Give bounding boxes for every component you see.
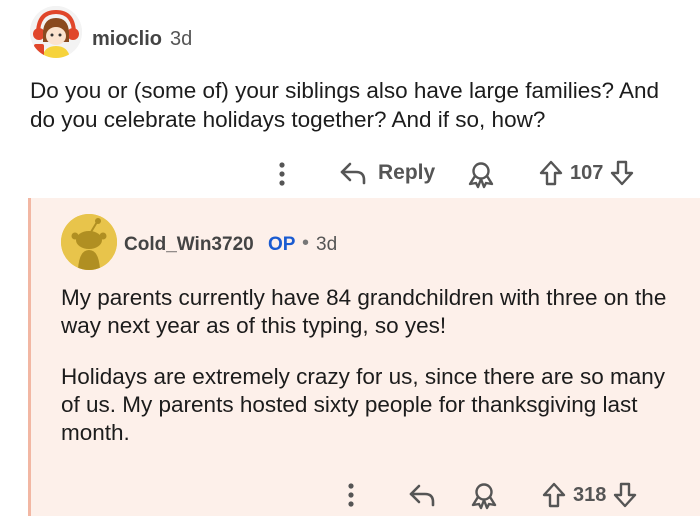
more-options-button[interactable] [272,160,292,188]
reply-label: Reply [378,161,436,184]
username[interactable]: mioclio [92,28,162,51]
timestamp: 3d [170,28,193,50]
more-vertical-icon [348,483,354,507]
vote-count: 107 [570,161,604,184]
avatar-image [30,6,82,58]
avatar[interactable] [30,6,82,58]
more-options-button[interactable] [341,481,361,509]
reply-button[interactable]: Reply [338,159,435,187]
downvote-icon[interactable] [612,481,638,509]
separator-dot: • [302,232,310,254]
comment: mioclio 3d Do you or (some of) your sibl… [0,0,700,198]
comment-thread: mioclio 3d Do you or (some of) your sibl… [0,0,700,516]
timestamp: 3d [316,234,338,255]
award-button[interactable] [466,159,496,189]
reply-arrow-icon [340,162,366,185]
op-badge: OP [268,234,296,255]
upvote-icon[interactable] [538,159,564,187]
comment-body: Do you or (some of) your siblings also h… [30,78,660,132]
vote-count: 318 [573,483,607,506]
reply-comment: Cold_Win3720 OP • 3d My parents currentl… [28,198,700,516]
vote-controls: 318 [541,481,638,509]
award-button[interactable] [469,480,499,510]
more-vertical-icon [279,162,285,186]
avatar[interactable] [61,214,117,270]
paragraph: Holidays are extremely crazy for us, sin… [61,364,665,445]
award-icon [468,162,494,189]
award-icon [471,483,497,510]
reply-arrow-icon [409,484,435,507]
reply-button[interactable] [407,481,437,509]
snoo-avatar-icon [61,214,117,270]
paragraph: My parents currently have 84 grandchildr… [61,285,667,338]
reply-body: My parents currently have 84 grandchildr… [61,284,671,447]
username[interactable]: Cold_Win3720 [124,234,254,256]
vote-controls: 107 [538,159,635,187]
upvote-icon[interactable] [541,481,567,509]
downvote-icon[interactable] [609,159,635,187]
